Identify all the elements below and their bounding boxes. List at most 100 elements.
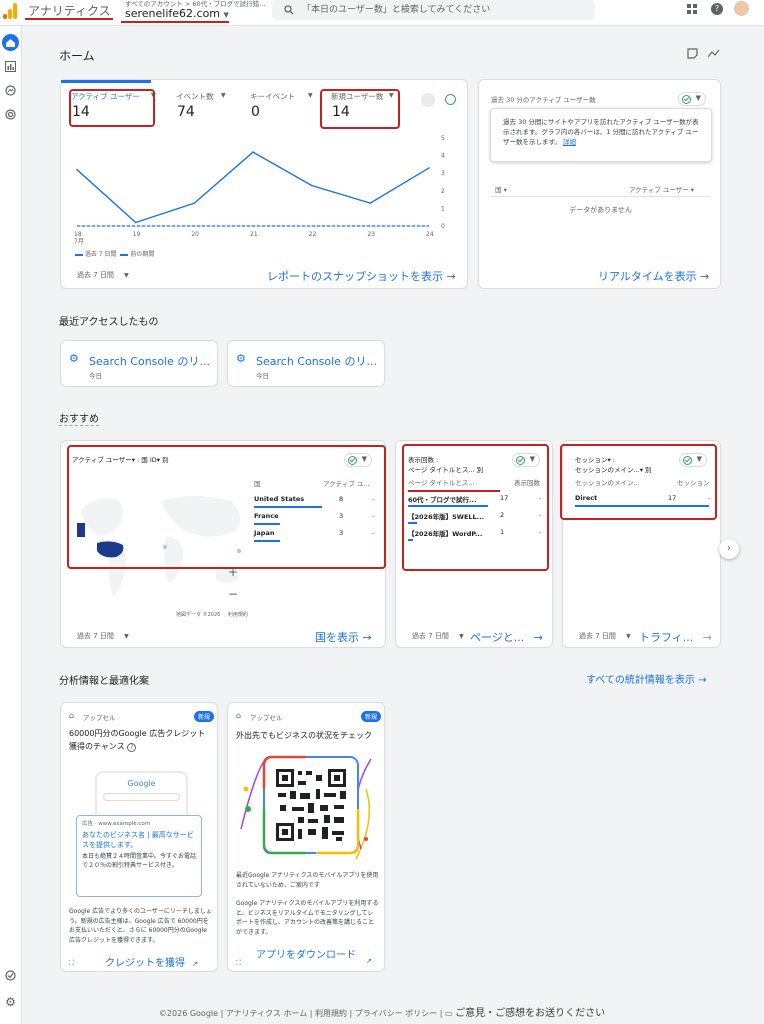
realtime-link[interactable]: リアルタイムを表示 →	[598, 268, 709, 284]
table-row-label[interactable]: Japan	[254, 529, 274, 537]
zoom-out-button[interactable]: −	[226, 587, 240, 601]
row-value-bar	[254, 540, 280, 542]
col-views[interactable]: 表示回数	[514, 477, 540, 487]
avatar[interactable]	[734, 1, 749, 16]
page-card-title-2[interactable]: ページ タイトルとス... 別	[408, 464, 483, 474]
metric-label: イベント数	[176, 92, 214, 101]
col-active-users[interactable]: アクティブ ユ...	[323, 478, 370, 488]
page-link[interactable]: ページと... →	[470, 629, 543, 645]
data-point[interactable]	[252, 151, 254, 153]
metric-active-users[interactable]: アクティブ ユーザー ▼ 14	[71, 90, 156, 124]
table-row-label[interactable]: United States	[254, 495, 304, 503]
help-icon[interactable]: ?	[711, 3, 723, 15]
data-point[interactable]	[134, 221, 137, 224]
ad-body: 本日も絶賛２４時間営業中。今すぐお電話で２０％の割引特典サービス付き。	[82, 853, 197, 869]
date-range-dropdown[interactable]: 過去 7 日間 ▼	[579, 631, 631, 641]
recent-item[interactable]: ⚙ Search Console のリ... 今日	[60, 340, 218, 387]
metric-key-events[interactable]: キーイベント ▼ 0	[250, 90, 320, 124]
analytics-logo-icon[interactable]	[3, 3, 17, 19]
snapshot-link[interactable]: レポートのスナップショットを表示 →	[267, 268, 456, 284]
data-point[interactable]	[428, 167, 430, 169]
data-point[interactable]	[369, 202, 372, 204]
realtime-status-chip[interactable]: ▼	[678, 92, 706, 106]
carousel-next-button[interactable]: ›	[719, 539, 739, 559]
recent-item[interactable]: ⚙ Search Console のリ... 今日	[227, 340, 385, 387]
download-app-button[interactable]: アプリをダウンロード	[256, 949, 360, 962]
claim-credit-button[interactable]: クレジットを獲得 ↗	[105, 954, 198, 969]
map-credit-text: 地図データ ©2026	[176, 612, 221, 618]
page-status-chip[interactable]: ▼	[512, 453, 540, 467]
check-circle-icon[interactable]	[445, 94, 456, 105]
apps-grid-icon[interactable]	[687, 4, 698, 15]
row-value-bar	[408, 522, 418, 524]
home-icon[interactable]	[2, 34, 19, 51]
date-range-dropdown[interactable]: 過去 7 日間 ▼	[412, 631, 464, 641]
map-credit: 地図データ ©2026 利用規約	[176, 611, 248, 618]
col-country[interactable]: 国 ▾	[495, 184, 507, 194]
insight-title: 外出先でもビジネスの状況をチェック	[236, 731, 372, 740]
table-row-label[interactable]: 【2026年版】SWELL...	[408, 511, 484, 521]
table-row-label[interactable]: 60代・ブログで試行...	[408, 494, 476, 504]
help-circle-icon[interactable]: ?	[127, 743, 137, 752]
col-page-title[interactable]: ページ タイトルとス...	[408, 477, 475, 487]
google-wordmark: Google	[127, 779, 156, 788]
metric-new-users[interactable]: 新規ユーザー数 ▼ 14	[331, 90, 401, 124]
insights-spark-icon[interactable]	[708, 48, 720, 59]
insight-tag: アップセル	[83, 714, 116, 722]
col-country[interactable]: 国	[254, 478, 261, 488]
table-row-label[interactable]: Direct	[575, 494, 597, 502]
series-line-1[interactable]	[76, 151, 430, 224]
world-map[interactable]	[71, 471, 251, 616]
page-card-title-1[interactable]: 表示回数 :	[408, 454, 438, 464]
advertising-icon[interactable]	[3, 109, 18, 124]
col-channel[interactable]: セッションのメイン...	[575, 477, 640, 487]
user-icon[interactable]	[421, 93, 435, 107]
col-sessions[interactable]: セッション	[677, 477, 710, 487]
property-selector[interactable]: serenelife62.com ▼	[125, 7, 229, 20]
footer-links[interactable]: ©2026 Google | アナリティクス ホーム | 利用規約 | プライバ…	[159, 1009, 445, 1018]
row-value-bar	[408, 505, 488, 507]
data-point[interactable]	[193, 202, 196, 204]
traffic-link-label: トラフィ...	[639, 631, 694, 644]
footer: ©2026 Google | アナリティクス ホーム | 利用規約 | プライバ…	[0, 1004, 764, 1019]
data-point[interactable]	[310, 184, 313, 187]
explore-icon[interactable]	[3, 85, 18, 100]
metric-event-count[interactable]: イベント数 ▼ 74	[176, 90, 246, 124]
session-card-title-2[interactable]: セッションのメイン...▾ 別	[575, 464, 652, 474]
session-card-title-1[interactable]: セッション▾ :	[575, 454, 615, 464]
map-terms-link[interactable]: 利用規約	[228, 612, 248, 618]
data-point[interactable]	[76, 168, 78, 171]
search-input[interactable]: 「本日のユーザー数」と検索してみてください	[272, 0, 595, 20]
insight-card-ads: ⌂ アップセル 新規 60000円分のGoogle 広告クレジット獲得のチャンス…	[60, 702, 218, 972]
session-status-chip[interactable]: ▼	[679, 453, 707, 467]
legend-previous: 前の期間	[130, 251, 155, 258]
col-country-label: 国	[495, 186, 502, 194]
table-row-label[interactable]: France	[254, 512, 279, 520]
feedback-link[interactable]: ご意見・ご感想をお送りください	[455, 1008, 605, 1019]
recent-item-sub: 今日	[256, 372, 269, 380]
table-row-value: 1	[500, 528, 505, 536]
open-external-icon[interactable]: ↗	[366, 957, 372, 965]
col-active-users[interactable]: アクティブ ユーザー ▾	[629, 184, 694, 194]
expand-icon[interactable]: ⛶	[236, 959, 241, 968]
country-card-title[interactable]: アクティブ ユーザー▾ : 国 ID▾ 別	[72, 454, 169, 464]
all-insights-link[interactable]: すべての統計情報を表示 →	[586, 671, 706, 686]
app-title[interactable]: アナリティクス	[28, 2, 111, 19]
sessions-card: セッション▾ : セッションのメイン...▾ 別 ▼ セッションのメイン... …	[562, 440, 721, 648]
traffic-link[interactable]: トラフィ... →	[639, 629, 712, 645]
recent-item-label: Search Console のリ...	[256, 355, 377, 368]
row-value-bar	[254, 523, 280, 525]
date-range-dropdown[interactable]: 過去 7 日間 ▼	[77, 631, 129, 641]
tooltip-more-link[interactable]: 詳細	[563, 138, 576, 146]
reports-icon[interactable]	[3, 61, 18, 76]
table-row-label[interactable]: 【2026年版】WordP...	[408, 528, 482, 538]
admin-check-icon[interactable]	[3, 970, 18, 985]
metric-value: 14	[332, 104, 350, 120]
table-row-value: 3	[339, 512, 344, 520]
country-link[interactable]: 国を表示 →	[315, 629, 372, 645]
zoom-in-button[interactable]: +	[226, 565, 240, 579]
customize-icon[interactable]	[687, 48, 698, 59]
expand-icon[interactable]: ⛶	[69, 959, 74, 968]
country-status-chip[interactable]: ▼	[344, 453, 372, 467]
date-range-dropdown[interactable]: 過去 7 日間 ▼	[77, 270, 129, 280]
